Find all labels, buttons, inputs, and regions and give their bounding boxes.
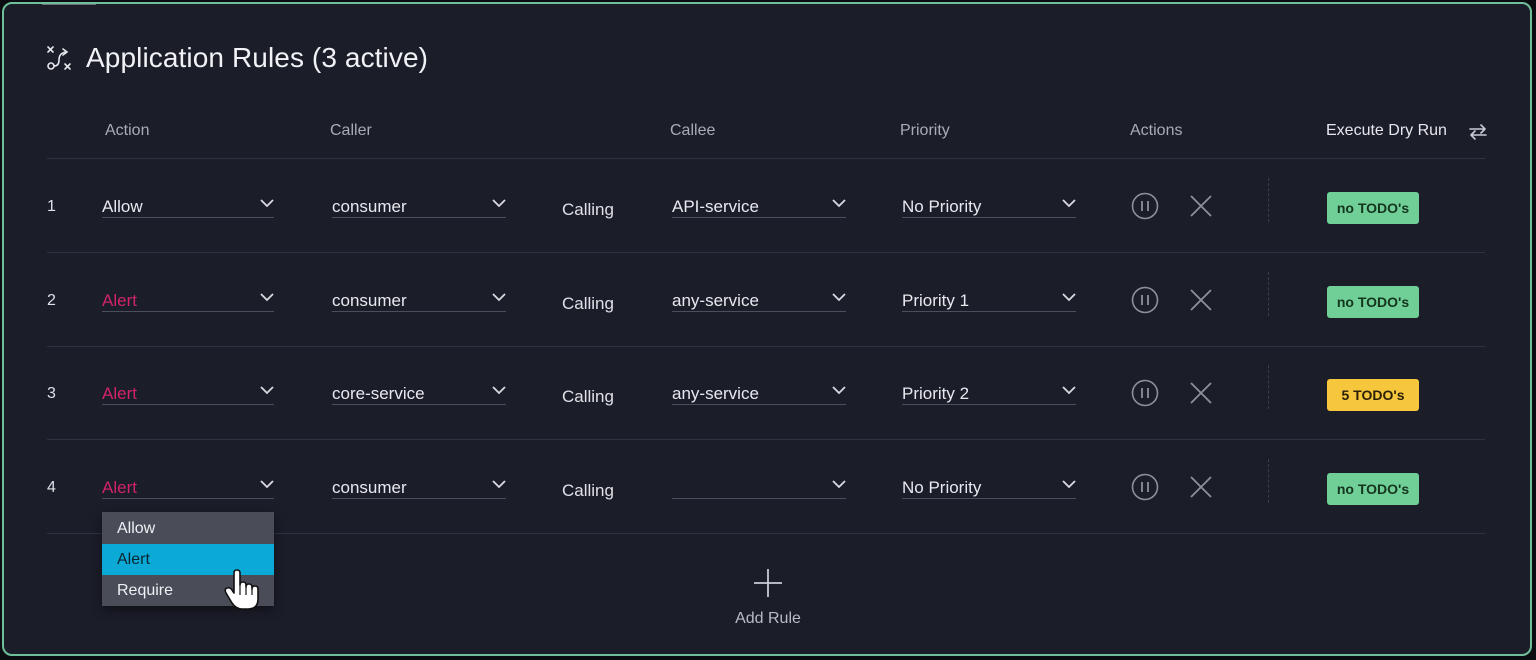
todo-badge[interactable]: no TODO's bbox=[1327, 286, 1419, 318]
caller-value: core-service bbox=[332, 384, 425, 403]
add-rule-button[interactable]: Add Rule bbox=[726, 564, 810, 634]
rule-row: 4 Alert consumer Calling No Priority no … bbox=[4, 457, 1530, 517]
chevron-down-icon bbox=[832, 199, 846, 208]
caller-value: consumer bbox=[332, 478, 407, 497]
column-header-callee: Callee bbox=[670, 122, 716, 139]
caller-select[interactable]: core-service bbox=[332, 375, 506, 405]
callee-select[interactable]: API-service bbox=[672, 188, 846, 218]
rule-number: 4 bbox=[47, 479, 56, 496]
page-title: Application Rules (3 active) bbox=[86, 42, 429, 73]
application-rules-panel: Application Rules (3 active) Action Call… bbox=[2, 2, 1532, 656]
callee-value: any-service bbox=[672, 384, 759, 403]
chevron-down-icon bbox=[1062, 480, 1076, 489]
column-separator bbox=[1268, 272, 1269, 316]
chevron-down-icon bbox=[1062, 386, 1076, 395]
action-value: Allow bbox=[102, 197, 143, 216]
column-separator bbox=[1268, 178, 1269, 222]
hand-pointer-icon bbox=[224, 569, 259, 610]
callee-select[interactable]: any-service bbox=[672, 282, 846, 312]
todo-badge[interactable]: no TODO's bbox=[1327, 192, 1419, 224]
caller-select[interactable]: consumer bbox=[332, 469, 506, 499]
column-header-priority: Priority bbox=[900, 122, 950, 139]
chevron-down-icon bbox=[832, 480, 846, 489]
chevron-down-icon bbox=[1062, 199, 1076, 208]
action-select[interactable]: Alert bbox=[102, 469, 274, 499]
chevron-down-icon bbox=[832, 293, 846, 302]
column-header-actions: Actions bbox=[1130, 122, 1183, 139]
column-header-caller: Caller bbox=[330, 122, 372, 139]
row-divider bbox=[47, 252, 1485, 253]
rule-row: 3 Alert core-service Calling any-service… bbox=[4, 363, 1530, 423]
chevron-down-icon bbox=[832, 386, 846, 395]
dropdown-option-allow[interactable]: Allow bbox=[102, 513, 274, 544]
route-rules-icon bbox=[47, 46, 71, 70]
calling-label: Calling bbox=[562, 200, 614, 219]
panel-tab-indicator bbox=[42, 4, 96, 5]
chevron-down-icon bbox=[260, 386, 274, 395]
swap-arrows-icon[interactable] bbox=[1466, 120, 1490, 144]
priority-select[interactable]: No Priority bbox=[902, 188, 1076, 218]
priority-value: Priority 1 bbox=[902, 291, 970, 310]
chevron-down-icon bbox=[260, 293, 274, 302]
action-select[interactable]: Allow bbox=[102, 188, 274, 218]
priority-select[interactable]: Priority 1 bbox=[902, 282, 1076, 312]
close-icon[interactable] bbox=[1189, 288, 1213, 312]
callee-value: API-service bbox=[672, 197, 759, 216]
action-value: Alert bbox=[102, 384, 137, 403]
todo-badge[interactable]: 5 TODO's bbox=[1327, 379, 1419, 411]
pause-circle-icon[interactable] bbox=[1131, 473, 1159, 501]
chevron-down-icon bbox=[260, 199, 274, 208]
callee-select[interactable]: any-service bbox=[672, 375, 846, 405]
caller-select[interactable]: consumer bbox=[332, 188, 506, 218]
chevron-down-icon bbox=[492, 386, 506, 395]
chevron-down-icon bbox=[492, 199, 506, 208]
caller-select[interactable]: consumer bbox=[332, 282, 506, 312]
row-divider bbox=[47, 346, 1485, 347]
plus-icon bbox=[754, 569, 782, 597]
chevron-down-icon bbox=[492, 293, 506, 302]
row-divider bbox=[47, 439, 1485, 440]
rule-row: 1 Allow consumer Calling API-service No … bbox=[4, 176, 1530, 236]
priority-value: No Priority bbox=[902, 197, 982, 216]
close-icon[interactable] bbox=[1189, 194, 1213, 218]
priority-value: No Priority bbox=[902, 478, 982, 497]
action-value: Alert bbox=[102, 291, 137, 310]
header-divider bbox=[47, 158, 1485, 159]
priority-select[interactable]: No Priority bbox=[902, 469, 1076, 499]
priority-select[interactable]: Priority 2 bbox=[902, 375, 1076, 405]
column-header-action: Action bbox=[105, 122, 150, 139]
close-icon[interactable] bbox=[1189, 475, 1213, 499]
rule-number: 2 bbox=[47, 292, 56, 309]
chevron-down-icon bbox=[1062, 293, 1076, 302]
calling-label: Calling bbox=[562, 481, 614, 500]
chevron-down-icon bbox=[492, 480, 506, 489]
column-header-dry-run: Execute Dry Run bbox=[1326, 122, 1447, 139]
rule-row: 2 Alert consumer Calling any-service Pri… bbox=[4, 270, 1530, 330]
pause-circle-icon[interactable] bbox=[1131, 192, 1159, 220]
calling-label: Calling bbox=[562, 294, 614, 313]
priority-value: Priority 2 bbox=[902, 384, 970, 403]
action-value: Alert bbox=[102, 478, 137, 497]
column-separator bbox=[1268, 365, 1269, 409]
close-icon[interactable] bbox=[1189, 381, 1213, 405]
chevron-down-icon bbox=[260, 480, 274, 489]
pause-circle-icon[interactable] bbox=[1131, 379, 1159, 407]
action-select[interactable]: Alert bbox=[102, 282, 274, 312]
rule-number: 3 bbox=[47, 385, 56, 402]
pause-circle-icon[interactable] bbox=[1131, 286, 1159, 314]
add-rule-label: Add Rule bbox=[735, 610, 801, 627]
rule-number: 1 bbox=[47, 198, 56, 215]
todo-badge[interactable]: no TODO's bbox=[1327, 473, 1419, 505]
callee-value: any-service bbox=[672, 291, 759, 310]
panel-header: Application Rules (3 active) bbox=[44, 42, 428, 74]
column-separator bbox=[1268, 459, 1269, 503]
caller-value: consumer bbox=[332, 291, 407, 310]
calling-label: Calling bbox=[562, 387, 614, 406]
caller-value: consumer bbox=[332, 197, 407, 216]
callee-select[interactable] bbox=[672, 469, 846, 499]
action-select[interactable]: Alert bbox=[102, 375, 274, 405]
